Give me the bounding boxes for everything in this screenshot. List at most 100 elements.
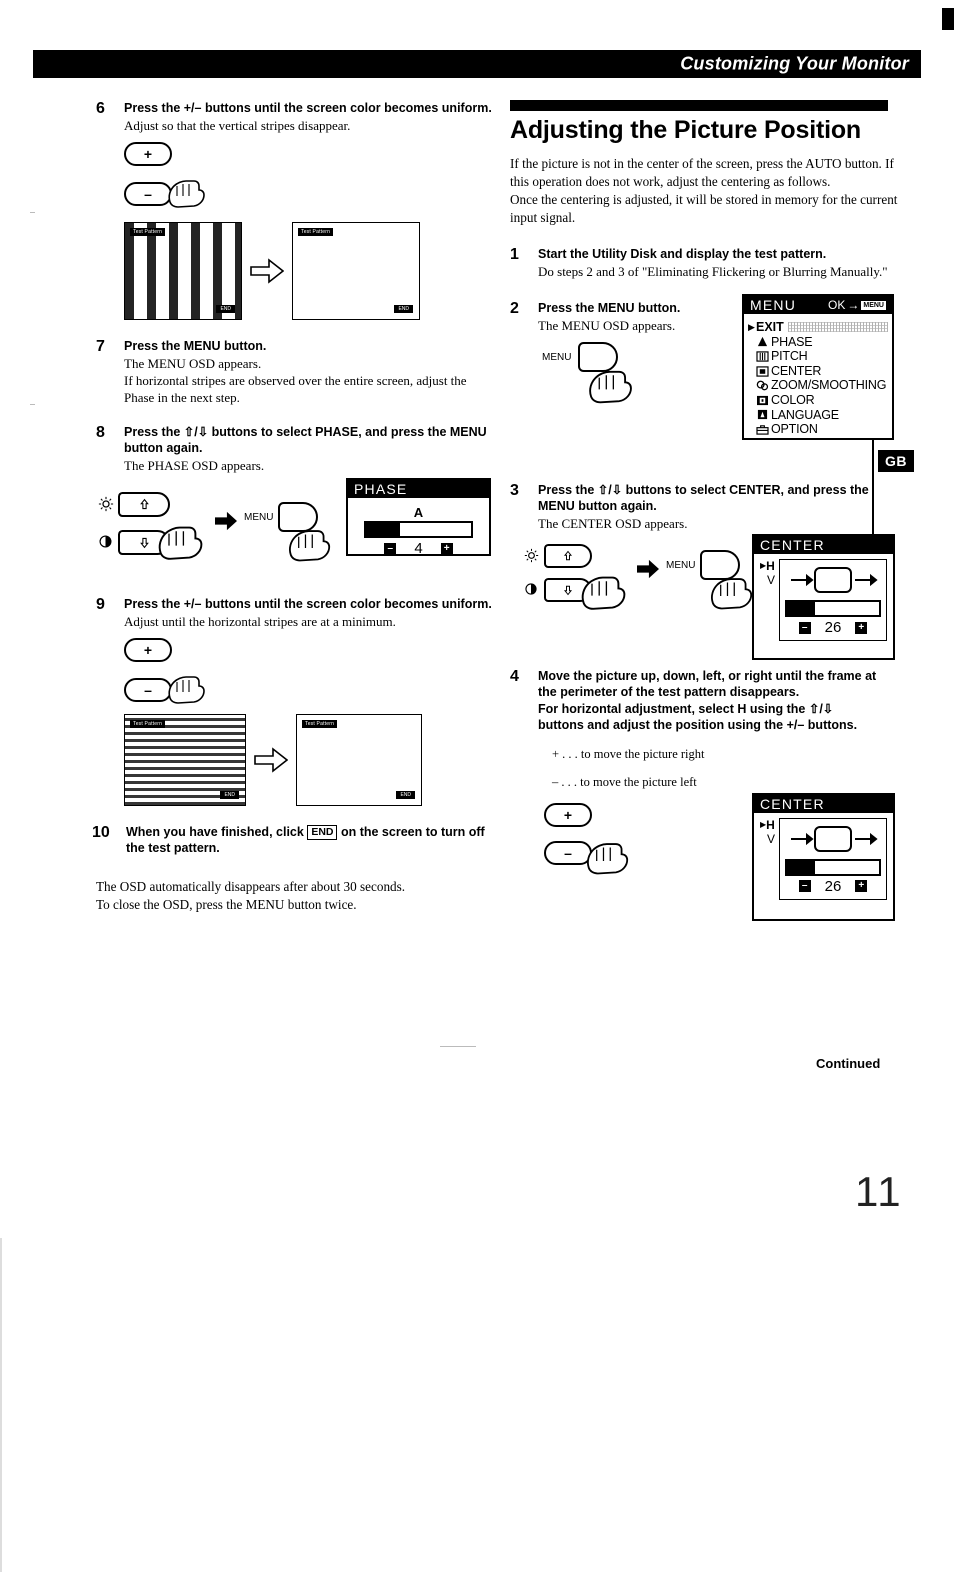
- center-slider[interactable]: [785, 858, 881, 876]
- option-icon: [756, 425, 769, 435]
- center-value-row: – 26 +: [785, 878, 881, 895]
- menu-button-key[interactable]: [700, 550, 740, 580]
- menu-item-center[interactable]: CENTER: [748, 364, 888, 379]
- center-value: 26: [824, 877, 842, 895]
- plus-button-key[interactable]: +: [544, 802, 592, 827]
- menu-button-key[interactable]: [578, 342, 618, 372]
- scan-corner-mark: [942, 8, 954, 30]
- menu-item-pitch[interactable]: PITCH: [748, 349, 888, 364]
- end-label: END: [396, 791, 415, 799]
- right-step-1-number: 1: [510, 246, 519, 263]
- manual-page: Customizing Your Monitor GB 6 Press the …: [0, 0, 954, 1572]
- center-axis-selector[interactable]: ▶ H V: [760, 559, 779, 641]
- menu-item-label: EXIT: [756, 320, 784, 334]
- down-arrow-icon: [139, 537, 149, 549]
- horizontal-stripe-pattern-figure: Test Pattern END Test Pattern END: [124, 714, 496, 806]
- right-step-4-figure: + – CENTER ▶ H V – 26 +: [510, 792, 900, 933]
- step-6-number: 6: [96, 100, 105, 117]
- phase-value-row: – 4 +: [364, 540, 473, 557]
- step-6-desc: Adjust so that the vertical stripes disa…: [124, 118, 351, 133]
- page-header-title: Customizing Your Monitor: [680, 53, 909, 74]
- minus-button-key[interactable]: –: [124, 678, 172, 702]
- step-7-title: Press the MENU button.: [124, 339, 267, 353]
- menu-button-key[interactable]: [278, 502, 318, 532]
- decrease-icon[interactable]: –: [798, 880, 811, 892]
- right-step-2-block: 2 Press the MENU button. The MENU OSD ap…: [510, 294, 900, 450]
- right-step-4-title-2: For horizontal adjustment, select H usin…: [538, 702, 858, 732]
- menu-key-label: MENU: [666, 560, 696, 571]
- down-arrow-button-key[interactable]: [544, 578, 592, 602]
- end-label: END: [394, 305, 413, 313]
- phase-icon: [757, 337, 768, 347]
- phase-slider[interactable]: [364, 521, 473, 538]
- step-9-desc: Adjust until the horizontal stripes are …: [124, 614, 396, 629]
- left-column: 6 Press the +/– buttons until the screen…: [92, 100, 496, 913]
- right-step-2-number: 2: [510, 300, 519, 317]
- decrease-icon[interactable]: –: [384, 542, 397, 555]
- menu-item-color[interactable]: COLOR: [748, 393, 888, 408]
- plus-button-key[interactable]: +: [124, 142, 172, 166]
- up-arrow-icon: [139, 498, 149, 510]
- right-step-3-block: 3 Press the ⇧/⇩ buttons to select CENTER…: [510, 482, 900, 660]
- menu-item-language[interactable]: LANGUAGE: [748, 408, 888, 423]
- center-osd-titlebar: CENTER: [754, 536, 893, 554]
- scan-artifact: [30, 212, 35, 213]
- step-10: 10 When you have finished, click END on …: [92, 824, 496, 856]
- step-8-title: Press the ⇧/⇩ buttons to select PHASE, a…: [124, 425, 487, 455]
- menu-item-phase[interactable]: PHASE: [748, 335, 888, 350]
- increase-icon[interactable]: +: [855, 621, 868, 634]
- right-step-2-title: Press the MENU button.: [538, 301, 681, 315]
- ok-label: OK: [828, 298, 846, 312]
- decrease-icon[interactable]: –: [798, 621, 811, 634]
- up-arrow-button-key[interactable]: [544, 544, 592, 568]
- step-6-title: Press the +/– buttons until the screen c…: [124, 101, 492, 115]
- contrast-icon: [525, 583, 537, 595]
- continued-label: Continued: [816, 1056, 881, 1071]
- scan-artifact: [440, 1046, 476, 1047]
- step-7-desc-2: If horizontal stripes are observed over …: [124, 373, 467, 405]
- minus-button-key[interactable]: –: [124, 182, 172, 206]
- up-arrow-icon: [563, 550, 573, 561]
- scan-artifact: [0, 1238, 2, 1572]
- menu-item-label: COLOR: [771, 392, 815, 407]
- menu-item-label: LANGUAGE: [771, 407, 839, 422]
- menu-item-option[interactable]: OPTION: [748, 422, 888, 437]
- center-osd-titlebar: CENTER: [754, 794, 893, 813]
- axis-v-label: V: [767, 573, 776, 587]
- up-arrow-button-key[interactable]: [118, 492, 170, 517]
- menu-osd-items: ▶ EXIT PHASE PITCH CENTER ZOOM/SMOOTHING…: [744, 314, 892, 441]
- plus-minus-keys-figure-1: + –: [124, 142, 496, 220]
- menu-osd-titlebar: MENU OK → MENU: [744, 296, 892, 314]
- right-step-3: 3 Press the ⇧/⇩ buttons to select CENTER…: [510, 482, 900, 532]
- test-pattern-label: Test Pattern: [302, 720, 338, 728]
- increase-icon[interactable]: +: [855, 880, 868, 892]
- right-step-2: 2 Press the MENU button. The MENU OSD ap…: [510, 300, 740, 334]
- screen-before-vertical-stripes: Test Pattern END: [124, 222, 242, 320]
- menu-item-zoom-smoothing[interactable]: ZOOM/SMOOTHING: [748, 378, 888, 393]
- arrow-right-icon: [250, 258, 284, 284]
- increase-icon[interactable]: +: [440, 542, 453, 555]
- menu-osd-panel: MENU OK → MENU ▶ EXIT PHASE PITCH CENTER…: [742, 294, 894, 440]
- plus-button-key[interactable]: +: [124, 638, 172, 662]
- intro-paragraph-1: If the picture is not in the center of t…: [510, 156, 894, 189]
- right-step-1-desc: Do steps 2 and 3 of "Eliminating Flicker…: [538, 264, 888, 279]
- right-step-3-desc: The CENTER OSD appears.: [538, 516, 688, 531]
- menu-item-exit[interactable]: ▶ EXIT: [748, 320, 888, 335]
- center-slider-fill: [787, 602, 815, 615]
- section-rule: [510, 100, 888, 111]
- plus-minus-keys-figure-2: + –: [124, 638, 496, 714]
- end-button-inline[interactable]: END: [307, 825, 338, 840]
- axis-h-label: H: [766, 559, 775, 573]
- left-closing-note: The OSD automatically disappears after a…: [96, 878, 496, 913]
- step-10-title-pre: When you have finished, click: [126, 825, 304, 839]
- center-axis-selector[interactable]: ▶ H V: [760, 818, 779, 900]
- brightness-icon: [98, 496, 114, 512]
- down-arrow-button-key[interactable]: [118, 530, 170, 555]
- plus-icon: +: [563, 806, 573, 823]
- phase-osd-title: PHASE: [354, 481, 408, 497]
- minus-button-key[interactable]: –: [544, 840, 592, 865]
- zoom-icon: [756, 380, 769, 391]
- brightness-icon: [524, 548, 539, 563]
- center-slider[interactable]: [785, 600, 881, 617]
- right-step-4-number: 4: [510, 668, 519, 685]
